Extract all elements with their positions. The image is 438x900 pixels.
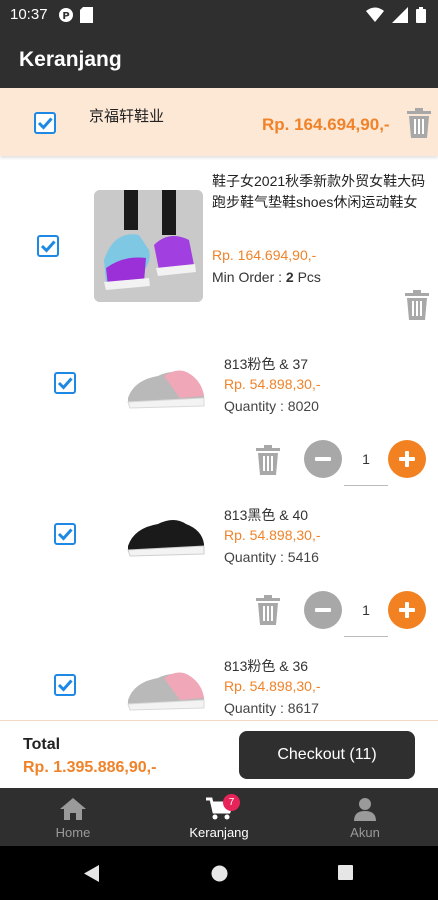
product-image[interactable] [94,190,203,302]
battery-icon [416,7,426,23]
variant-delete-icon[interactable] [255,595,281,625]
system-nav-bar [0,846,438,900]
quantity-underline [344,636,388,637]
variant-name: 813粉色 & 37 [224,356,309,372]
home-icon [60,798,86,820]
checkout-bar: Total Rp. 1.395.886,90,- Checkout (11) [0,720,438,788]
nav-item-home[interactable]: Home [0,788,146,846]
total-label: Total [23,736,61,753]
user-icon [354,798,376,821]
back-icon[interactable] [84,865,100,882]
nav-label-account: Akun [350,825,380,840]
home-circle-icon[interactable] [211,865,228,882]
variant-stock: Quantity : 8617 [224,700,319,716]
store-subtotal: Rp. 164.694,90,- [262,115,390,134]
variant-checkbox[interactable] [54,674,76,696]
variant-stock: Quantity : 5416 [224,549,319,565]
variant-stock: Quantity : 8020 [224,398,319,414]
store-checkbox[interactable] [34,112,56,134]
screen: 10:37 P Keranjang 京福轩鞋业 Rp. 164.694,90,- [0,0,438,900]
recents-icon[interactable] [338,865,353,880]
quantity-decrease-button[interactable] [304,440,342,478]
total-value: Rp. 1.395.886,90,- [23,759,157,776]
variant-name: 813黑色 & 40 [224,507,309,523]
min-order-unit: Pcs [293,269,321,285]
variant-delete-icon[interactable] [255,445,281,475]
status-bar: 10:37 P [0,0,438,30]
checkout-button[interactable]: Checkout (11) [239,731,415,779]
svg-text:P: P [62,11,69,22]
variant-image [127,672,205,711]
product-checkbox[interactable] [37,235,59,257]
bottom-nav: Home 7 Keranjang Akun [0,788,438,846]
page-title: Keranjang [19,48,122,71]
nav-item-account[interactable]: Akun [292,788,438,846]
wifi-icon [366,7,384,22]
nav-label-cart: Keranjang [189,825,249,840]
variant-checkbox[interactable] [54,372,76,394]
quantity-increase-button[interactable] [388,440,426,478]
variant-price: Rp. 54.898,30,- [224,527,321,543]
cart-badge: 7 [223,794,240,811]
variant-image [127,370,205,409]
status-time: 10:37 [10,6,48,23]
product-delete-icon[interactable] [404,290,430,320]
variant-image [127,520,205,557]
variant-name: 813粉色 & 36 [224,658,309,674]
min-order-label: Min Order : [212,269,286,285]
product-min-order: Min Order : 2 Pcs [212,269,321,285]
quantity-value[interactable]: 1 [344,602,388,618]
product-title[interactable]: 鞋子女2021秋季新款外贸女鞋大码跑步鞋气垫鞋shoes休闲运动鞋女 [212,171,432,213]
quantity-increase-button[interactable] [388,591,426,629]
product-price: Rp. 164.694,90,- [212,247,317,263]
min-order-value: 2 [285,269,294,285]
variant-checkbox[interactable] [54,523,76,545]
sd-card-icon [80,7,93,23]
store-delete-icon[interactable] [406,108,432,138]
quantity-decrease-button[interactable] [304,591,342,629]
nav-item-cart[interactable]: 7 Keranjang [146,788,292,846]
variant-price: Rp. 54.898,30,- [224,376,321,392]
quantity-underline [344,485,388,486]
store-row: 京福轩鞋业 Rp. 164.694,90,- [0,88,438,156]
store-name: 京福轩鞋业 [89,108,165,125]
nav-label-home: Home [55,825,91,840]
app-bar: Keranjang [0,30,438,88]
notification-icon: P [59,8,73,22]
variant-price: Rp. 54.898,30,- [224,678,321,694]
quantity-value[interactable]: 1 [344,451,388,467]
signal-icon [392,7,408,23]
